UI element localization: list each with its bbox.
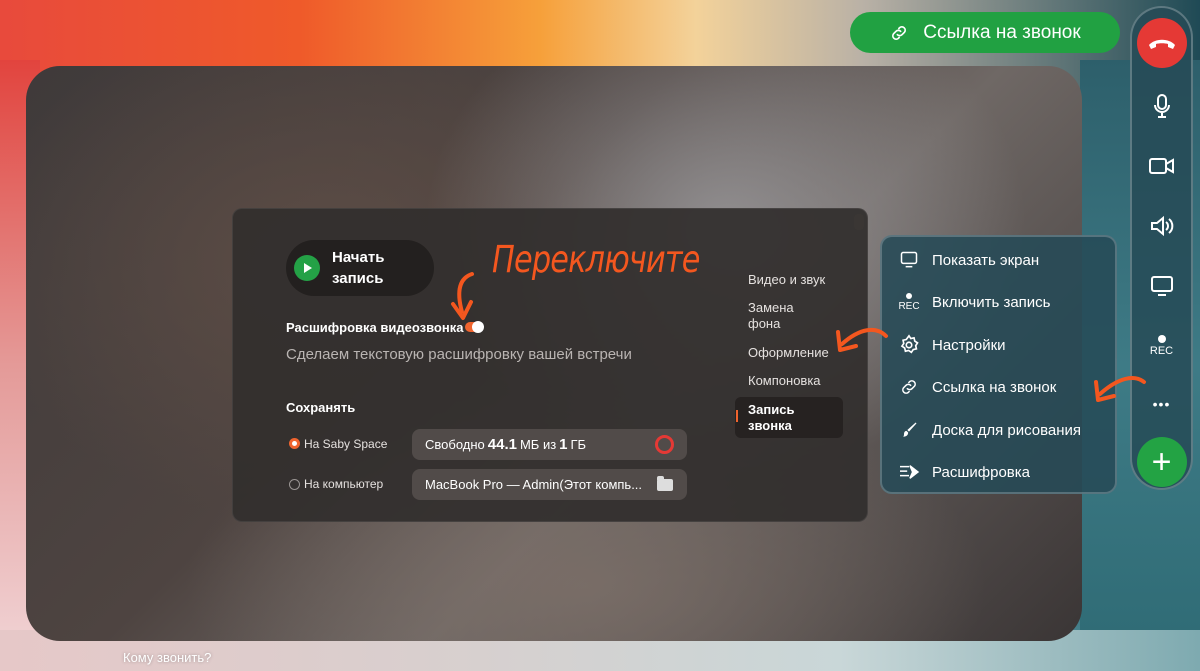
ctx-item-start-recording[interactable]: REC Включить запись [898,290,1051,314]
screen-icon [898,249,920,271]
menu-item-call-recording[interactable]: Запись звонка [748,402,818,434]
rec-icon: REC [898,291,920,313]
rec-icon: REC [1149,345,1174,357]
computer-folder-field[interactable]: MacBook Pro — Admin(Этот компь... [412,469,687,500]
call-controls-bar: REC ••• + [1130,6,1193,490]
who-to-call-link[interactable]: Кому звонить? [123,650,211,665]
radio-computer-label[interactable]: На компьютер [304,477,383,491]
start-recording-button[interactable]: Начать запись [286,240,434,296]
gear-icon [898,334,920,356]
storage-free-prefix: Свободно [425,437,485,452]
folder-icon[interactable] [657,476,673,491]
storage-usage-ring-icon [655,435,674,454]
storage-space-field: Свободно 44.1 МБ из 1 ГБ [412,429,687,460]
radio-computer[interactable] [289,479,300,490]
more-options-menu: Показать экран REC Включить запись Настр… [880,235,1117,494]
plus-icon: + [1151,443,1172,481]
transcription-label: Расшифровка видеозвонка [286,320,464,335]
call-link-button[interactable]: Ссылка на звонок [850,12,1120,53]
rec-dot-icon [1157,335,1166,343]
microphone-button[interactable] [1142,86,1182,126]
camera-button[interactable] [1142,146,1182,186]
more-icon: ••• [1152,396,1171,412]
hangup-button[interactable] [1136,18,1187,68]
ctx-item-label: Доска для рисования [932,421,1082,439]
ctx-item-transcription[interactable]: Расшифровка [898,460,1030,484]
brush-icon [898,419,920,441]
transcribe-icon [898,461,920,483]
menu-item-layout[interactable]: Компоновка [748,373,848,389]
screen-share-button[interactable] [1142,266,1182,306]
radio-saby-space[interactable] [289,438,300,449]
panel-corner-handle [854,214,864,230]
ctx-item-settings[interactable]: Настройки [898,333,1006,357]
camera-icon [1148,157,1175,175]
speaker-icon [1149,214,1175,238]
ctx-item-show-screen[interactable]: Показать экран [898,248,1039,272]
annotation-arrow-left-icon [836,327,888,352]
annotation-arrow-menu-icon [1094,376,1146,402]
ctx-item-label: Показать экран [932,251,1040,269]
start-recording-label: Начать запись [332,249,385,287]
save-label: Сохранять [286,400,356,415]
ctx-item-whiteboard[interactable]: Доска для рисования [898,418,1081,442]
menu-item-video-audio[interactable]: Видео и звук [748,272,848,288]
microphone-icon [1152,93,1172,119]
storage-total-unit: ГБ [570,437,587,452]
ctx-item-label: Настройки [932,336,1006,354]
add-participant-button[interactable]: + [1136,437,1187,487]
ctx-item-label: Ссылка на звонок [932,378,1057,396]
annotation-toggle-hint: Переключите [492,238,700,281]
ctx-item-label: Включить запись [932,293,1051,311]
phone-hangup-icon [1147,35,1177,51]
record-button[interactable]: REC [1142,326,1182,366]
link-icon [889,23,909,43]
radio-saby-space-label[interactable]: На Saby Space [304,437,387,451]
link-icon [898,376,920,398]
call-link-label: Ссылка на звонок [923,21,1081,43]
computer-folder-path: MacBook Pro — Admin(Этот компь... [425,477,643,492]
annotation-arrow-down-icon [451,272,474,320]
storage-free-unit: МБ из [519,437,557,452]
screen-icon [1150,275,1174,297]
play-icon [294,255,320,281]
transcription-description: Сделаем текстовую расшифровку вашей встр… [286,346,632,363]
menu-active-indicator [736,410,738,422]
menu-item-background[interactable]: Замена фона [748,300,818,332]
speaker-button[interactable] [1142,206,1182,246]
ctx-item-call-link[interactable]: Ссылка на звонок [898,375,1056,399]
storage-free-value: 44.1 [487,436,517,453]
ctx-item-label: Расшифровка [932,463,1030,481]
storage-total-value: 1 [559,436,568,453]
